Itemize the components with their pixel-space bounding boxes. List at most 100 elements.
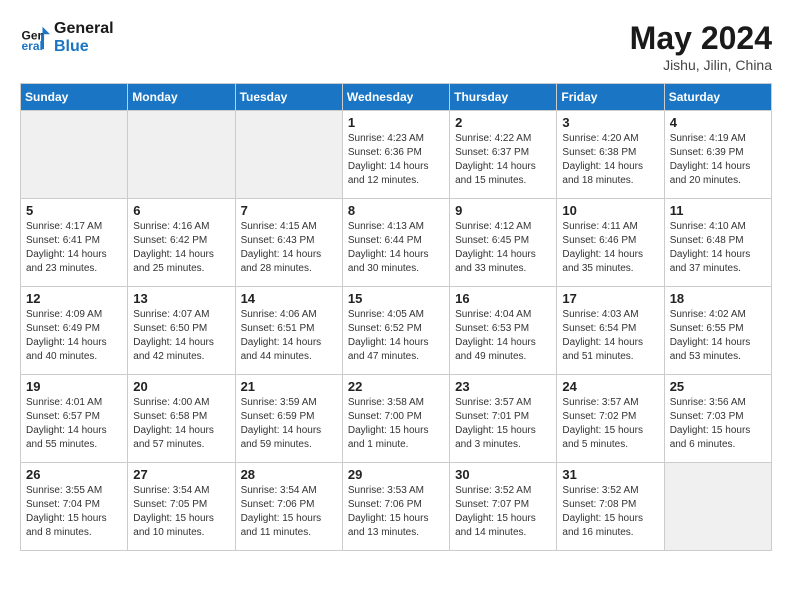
cell-info: Sunrise: 4:02 AMSunset: 6:55 PMDaylight:…: [670, 308, 766, 364]
cell-info: Sunrise: 4:05 AMSunset: 6:52 PMDaylight:…: [348, 308, 444, 364]
calendar-cell: [235, 111, 342, 199]
calendar-cell: 11 Sunrise: 4:10 AMSunset: 6:48 PMDaylig…: [664, 199, 771, 287]
calendar-cell: 9 Sunrise: 4:12 AMSunset: 6:45 PMDayligh…: [450, 199, 557, 287]
day-number: 24: [562, 379, 658, 394]
day-number: 27: [133, 467, 229, 482]
calendar-cell: 28 Sunrise: 3:54 AMSunset: 7:06 PMDaylig…: [235, 463, 342, 551]
cell-info: Sunrise: 4:07 AMSunset: 6:50 PMDaylight:…: [133, 308, 229, 364]
calendar-cell: [128, 111, 235, 199]
calendar-cell: 19 Sunrise: 4:01 AMSunset: 6:57 PMDaylig…: [21, 375, 128, 463]
week-row-4: 19 Sunrise: 4:01 AMSunset: 6:57 PMDaylig…: [21, 375, 772, 463]
svg-text:eral: eral: [22, 39, 43, 53]
month-title: May 2024: [630, 20, 772, 57]
cell-info: Sunrise: 3:54 AMSunset: 7:05 PMDaylight:…: [133, 484, 229, 540]
week-row-3: 12 Sunrise: 4:09 AMSunset: 6:49 PMDaylig…: [21, 287, 772, 375]
cell-info: Sunrise: 4:22 AMSunset: 6:37 PMDaylight:…: [455, 132, 551, 188]
cell-info: Sunrise: 3:52 AMSunset: 7:07 PMDaylight:…: [455, 484, 551, 540]
weekday-header-friday: Friday: [557, 84, 664, 111]
weekday-header-saturday: Saturday: [664, 84, 771, 111]
calendar-cell: 26 Sunrise: 3:55 AMSunset: 7:04 PMDaylig…: [21, 463, 128, 551]
calendar-cell: 18 Sunrise: 4:02 AMSunset: 6:55 PMDaylig…: [664, 287, 771, 375]
day-number: 13: [133, 291, 229, 306]
day-number: 7: [241, 203, 337, 218]
day-number: 31: [562, 467, 658, 482]
cell-info: Sunrise: 4:15 AMSunset: 6:43 PMDaylight:…: [241, 220, 337, 276]
calendar-cell: 4 Sunrise: 4:19 AMSunset: 6:39 PMDayligh…: [664, 111, 771, 199]
day-number: 12: [26, 291, 122, 306]
calendar-cell: 30 Sunrise: 3:52 AMSunset: 7:07 PMDaylig…: [450, 463, 557, 551]
cell-info: Sunrise: 3:57 AMSunset: 7:01 PMDaylight:…: [455, 396, 551, 452]
day-number: 16: [455, 291, 551, 306]
calendar-cell: 14 Sunrise: 4:06 AMSunset: 6:51 PMDaylig…: [235, 287, 342, 375]
calendar-cell: 29 Sunrise: 3:53 AMSunset: 7:06 PMDaylig…: [342, 463, 449, 551]
day-number: 5: [26, 203, 122, 218]
cell-info: Sunrise: 3:53 AMSunset: 7:06 PMDaylight:…: [348, 484, 444, 540]
calendar-cell: 17 Sunrise: 4:03 AMSunset: 6:54 PMDaylig…: [557, 287, 664, 375]
calendar-cell: 13 Sunrise: 4:07 AMSunset: 6:50 PMDaylig…: [128, 287, 235, 375]
day-number: 30: [455, 467, 551, 482]
calendar-cell: 31 Sunrise: 3:52 AMSunset: 7:08 PMDaylig…: [557, 463, 664, 551]
calendar-cell: 16 Sunrise: 4:04 AMSunset: 6:53 PMDaylig…: [450, 287, 557, 375]
calendar-table: SundayMondayTuesdayWednesdayThursdayFrid…: [20, 83, 772, 551]
day-number: 28: [241, 467, 337, 482]
cell-info: Sunrise: 3:58 AMSunset: 7:00 PMDaylight:…: [348, 396, 444, 452]
cell-info: Sunrise: 4:00 AMSunset: 6:58 PMDaylight:…: [133, 396, 229, 452]
title-block: May 2024 Jishu, Jilin, China: [630, 20, 772, 73]
logo-icon: Gen eral: [20, 23, 50, 53]
cell-info: Sunrise: 3:55 AMSunset: 7:04 PMDaylight:…: [26, 484, 122, 540]
week-row-5: 26 Sunrise: 3:55 AMSunset: 7:04 PMDaylig…: [21, 463, 772, 551]
calendar-cell: 2 Sunrise: 4:22 AMSunset: 6:37 PMDayligh…: [450, 111, 557, 199]
calendar-cell: 24 Sunrise: 3:57 AMSunset: 7:02 PMDaylig…: [557, 375, 664, 463]
day-number: 4: [670, 115, 766, 130]
cell-info: Sunrise: 4:19 AMSunset: 6:39 PMDaylight:…: [670, 132, 766, 188]
day-number: 19: [26, 379, 122, 394]
cell-info: Sunrise: 4:20 AMSunset: 6:38 PMDaylight:…: [562, 132, 658, 188]
cell-info: Sunrise: 4:13 AMSunset: 6:44 PMDaylight:…: [348, 220, 444, 276]
day-number: 1: [348, 115, 444, 130]
cell-info: Sunrise: 4:03 AMSunset: 6:54 PMDaylight:…: [562, 308, 658, 364]
cell-info: Sunrise: 4:04 AMSunset: 6:53 PMDaylight:…: [455, 308, 551, 364]
weekday-header-row: SundayMondayTuesdayWednesdayThursdayFrid…: [21, 84, 772, 111]
calendar-cell: [664, 463, 771, 551]
calendar-cell: [21, 111, 128, 199]
week-row-1: 1 Sunrise: 4:23 AMSunset: 6:36 PMDayligh…: [21, 111, 772, 199]
cell-info: Sunrise: 3:57 AMSunset: 7:02 PMDaylight:…: [562, 396, 658, 452]
calendar-cell: 20 Sunrise: 4:00 AMSunset: 6:58 PMDaylig…: [128, 375, 235, 463]
cell-info: Sunrise: 4:11 AMSunset: 6:46 PMDaylight:…: [562, 220, 658, 276]
calendar-cell: 12 Sunrise: 4:09 AMSunset: 6:49 PMDaylig…: [21, 287, 128, 375]
cell-info: Sunrise: 4:01 AMSunset: 6:57 PMDaylight:…: [26, 396, 122, 452]
cell-info: Sunrise: 4:12 AMSunset: 6:45 PMDaylight:…: [455, 220, 551, 276]
day-number: 23: [455, 379, 551, 394]
calendar-cell: 5 Sunrise: 4:17 AMSunset: 6:41 PMDayligh…: [21, 199, 128, 287]
cell-info: Sunrise: 3:54 AMSunset: 7:06 PMDaylight:…: [241, 484, 337, 540]
weekday-header-tuesday: Tuesday: [235, 84, 342, 111]
calendar-cell: 27 Sunrise: 3:54 AMSunset: 7:05 PMDaylig…: [128, 463, 235, 551]
day-number: 29: [348, 467, 444, 482]
day-number: 21: [241, 379, 337, 394]
calendar-cell: 23 Sunrise: 3:57 AMSunset: 7:01 PMDaylig…: [450, 375, 557, 463]
cell-info: Sunrise: 4:09 AMSunset: 6:49 PMDaylight:…: [26, 308, 122, 364]
cell-info: Sunrise: 4:16 AMSunset: 6:42 PMDaylight:…: [133, 220, 229, 276]
calendar-cell: 15 Sunrise: 4:05 AMSunset: 6:52 PMDaylig…: [342, 287, 449, 375]
cell-info: Sunrise: 4:23 AMSunset: 6:36 PMDaylight:…: [348, 132, 444, 188]
cell-info: Sunrise: 3:52 AMSunset: 7:08 PMDaylight:…: [562, 484, 658, 540]
cell-info: Sunrise: 4:10 AMSunset: 6:48 PMDaylight:…: [670, 220, 766, 276]
logo: Gen eral General Blue: [20, 20, 114, 56]
day-number: 15: [348, 291, 444, 306]
day-number: 22: [348, 379, 444, 394]
day-number: 20: [133, 379, 229, 394]
calendar-cell: 6 Sunrise: 4:16 AMSunset: 6:42 PMDayligh…: [128, 199, 235, 287]
day-number: 3: [562, 115, 658, 130]
cell-info: Sunrise: 4:17 AMSunset: 6:41 PMDaylight:…: [26, 220, 122, 276]
week-row-2: 5 Sunrise: 4:17 AMSunset: 6:41 PMDayligh…: [21, 199, 772, 287]
calendar-cell: 8 Sunrise: 4:13 AMSunset: 6:44 PMDayligh…: [342, 199, 449, 287]
weekday-header-monday: Monday: [128, 84, 235, 111]
calendar-cell: 3 Sunrise: 4:20 AMSunset: 6:38 PMDayligh…: [557, 111, 664, 199]
weekday-header-thursday: Thursday: [450, 84, 557, 111]
calendar-cell: 1 Sunrise: 4:23 AMSunset: 6:36 PMDayligh…: [342, 111, 449, 199]
day-number: 2: [455, 115, 551, 130]
day-number: 26: [26, 467, 122, 482]
cell-info: Sunrise: 3:59 AMSunset: 6:59 PMDaylight:…: [241, 396, 337, 452]
calendar-cell: 21 Sunrise: 3:59 AMSunset: 6:59 PMDaylig…: [235, 375, 342, 463]
day-number: 9: [455, 203, 551, 218]
